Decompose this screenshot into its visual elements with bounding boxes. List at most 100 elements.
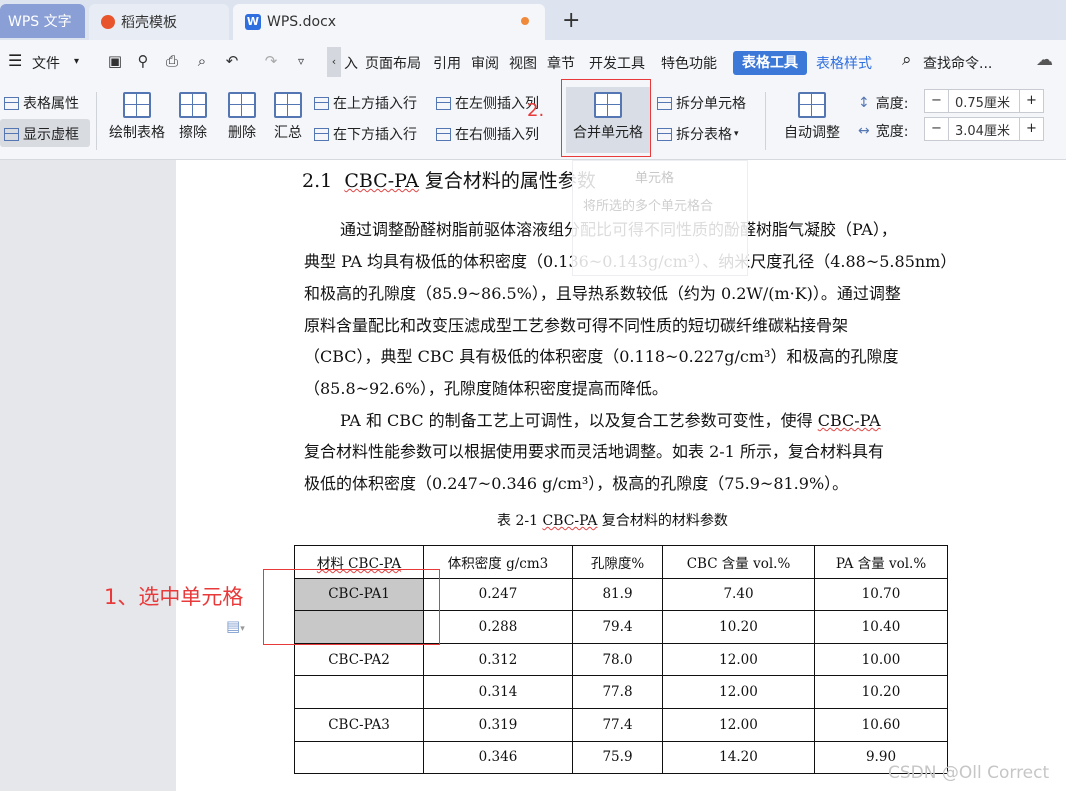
header-cell[interactable]: CBC 含量 vol.% (662, 545, 815, 579)
tab-label: WPS 文字 (8, 14, 72, 30)
watermark: CSDN @Oll Correct (888, 763, 1050, 783)
table-row: 0.314 77.8 12.00 10.20 (294, 675, 948, 709)
menu-table-tools[interactable]: 表格工具 (733, 51, 807, 75)
table-cell[interactable]: 0.346 (423, 740, 573, 775)
tab-template[interactable]: 稻壳模板 (89, 4, 229, 40)
menu-table-style[interactable]: 表格样式 (816, 53, 872, 73)
menu-chapter[interactable]: 章节 (547, 53, 575, 73)
draw-table-button[interactable]: 绘制表格 (106, 92, 168, 142)
table-row: CBC-PA2 0.312 78.0 12.00 10.00 (294, 642, 948, 677)
table-properties-button[interactable]: 表格属性 (4, 93, 79, 113)
table-row: CBC-PA3 0.319 77.4 12.00 10.60 (294, 707, 948, 742)
cloud-icon[interactable]: ☁ (1036, 50, 1053, 70)
summary-button[interactable]: 汇总 (270, 92, 306, 142)
table-cell[interactable]: 78.0 (572, 642, 663, 677)
insert-col-right-button[interactable]: 在右侧插入列 (436, 124, 539, 144)
width-icon: ↔ (858, 123, 870, 139)
width-stepper[interactable]: −3.04厘米 + (924, 117, 1044, 141)
table-cell[interactable]: 10.70 (814, 577, 948, 612)
paste-options-icon[interactable]: ▤▾ (226, 617, 245, 635)
menu-references[interactable]: 引用 (433, 53, 461, 73)
table-cell[interactable]: 7.40 (662, 577, 815, 612)
chevron-down-icon: ▾ (734, 129, 739, 139)
table-cell[interactable]: 10.40 (814, 610, 948, 644)
paragraph-line: 和极高的孔隙度（85.9~86.5%），且导热系数较低（约为 0.2W/(m·K… (304, 284, 901, 303)
tab-document[interactable]: W WPS.docx (233, 4, 545, 40)
menu-insert[interactable]: 入 (344, 53, 358, 73)
table-cell[interactable]: 79.4 (572, 610, 663, 644)
height-input[interactable]: 0.75厘米 (949, 92, 1019, 111)
button-label: 擦除 (179, 125, 207, 141)
header-cell[interactable]: 体积密度 g/cm3 (423, 545, 573, 579)
button-label: 表格属性 (23, 96, 79, 112)
print-preview-icon[interactable]: ⌕ (193, 52, 211, 70)
increase-icon[interactable]: + (1019, 90, 1043, 112)
insert-col-left-button[interactable]: 在左侧插入列 (436, 93, 539, 113)
ribbon-separator (96, 92, 97, 150)
table-cell[interactable]: 10.00 (814, 642, 948, 677)
split-table-button[interactable]: 拆分表格 ▾ (657, 124, 739, 144)
table-cell[interactable]: 77.8 (572, 675, 663, 709)
delete-button[interactable]: 删除 (220, 92, 264, 142)
show-grid-button[interactable]: 显示虚框 (4, 124, 79, 144)
menu-review[interactable]: 审阅 (471, 53, 499, 73)
table-cell[interactable]: 0.247 (423, 577, 573, 612)
menu-dev-tools[interactable]: 开发工具 (589, 53, 645, 73)
quick-access-more-icon[interactable]: ▿ (292, 52, 310, 70)
insert-row-above-button[interactable]: 在上方插入行 (314, 93, 417, 113)
header-cell[interactable]: 孔隙度% (572, 545, 663, 579)
new-tab-button[interactable]: + (562, 8, 580, 33)
table-cell[interactable]: CBC-PA3 (294, 707, 424, 742)
width-label: ↔ 宽度: (858, 121, 908, 141)
menu-page-layout[interactable]: 页面布局 (365, 53, 421, 73)
table-cell[interactable] (294, 675, 424, 709)
table-cell[interactable]: 10.20 (814, 675, 948, 709)
undo-icon[interactable]: ↶ (223, 52, 241, 70)
table-cell[interactable]: 0.288 (423, 610, 573, 644)
table-cell[interactable]: 10.60 (814, 707, 948, 742)
table-cell[interactable]: 0.319 (423, 707, 573, 742)
height-stepper[interactable]: −0.75厘米 + (924, 89, 1044, 113)
paragraph-line: 极低的体积密度（0.247~0.346 g/cm³），极高的孔隙度（75.9~8… (304, 474, 849, 493)
table-cell[interactable]: 0.314 (423, 675, 573, 709)
table-cell[interactable]: CBC-PA2 (294, 642, 424, 677)
command-search[interactable]: 查找命令... (923, 53, 992, 73)
menu-view[interactable]: 视图 (509, 53, 537, 73)
decrease-icon[interactable]: − (925, 118, 949, 140)
table-cell[interactable]: 12.00 (662, 675, 815, 709)
decrease-icon[interactable]: − (925, 90, 949, 112)
chevron-down-icon[interactable]: ▾ (74, 56, 79, 67)
menu-scroll-left[interactable]: ‹ (327, 47, 341, 77)
tab-wps-writer[interactable]: WPS 文字 (0, 4, 85, 38)
increase-icon[interactable]: + (1019, 118, 1043, 140)
table-cell[interactable]: 14.20 (662, 740, 815, 775)
width-input[interactable]: 3.04厘米 (949, 120, 1019, 139)
erase-button[interactable]: 擦除 (174, 92, 212, 142)
auto-fit-button[interactable]: 自动调整 (774, 92, 850, 142)
table-cell[interactable]: 75.9 (572, 740, 663, 775)
insert-row-below-button[interactable]: 在下方插入行 (314, 124, 417, 144)
table-cell[interactable]: 77.4 (572, 707, 663, 742)
annotation-box-cells (263, 569, 440, 645)
save-icon[interactable]: ▣ (106, 52, 124, 70)
tooltip-description: 将所选的多个单元格合 (583, 199, 714, 214)
split-cells-button[interactable]: 拆分单元格 (657, 93, 746, 113)
heading-number: 2.1 (302, 170, 333, 192)
button-label: 拆分单元格 (676, 96, 746, 112)
print-icon[interactable]: ⎙ (163, 52, 181, 70)
menu-file[interactable]: 文件 (32, 53, 60, 73)
label-text: 宽度: (875, 124, 909, 140)
redo-icon[interactable]: ↷ (262, 52, 280, 70)
table-cell[interactable]: 10.20 (662, 610, 815, 644)
search-icon[interactable]: ⌕ (902, 50, 912, 70)
hamburger-icon[interactable]: ☰ (8, 51, 22, 70)
table-cell[interactable]: 12.00 (662, 707, 815, 742)
summary-icon (274, 92, 302, 118)
table-cell[interactable]: 0.312 (423, 642, 573, 677)
table-cell[interactable]: 12.00 (662, 642, 815, 677)
menu-special[interactable]: 特色功能 (661, 53, 717, 73)
header-cell[interactable]: PA 含量 vol.% (814, 545, 948, 579)
table-cell[interactable] (294, 740, 424, 775)
format-painter-icon[interactable]: ⚲ (134, 52, 152, 70)
table-cell[interactable]: 81.9 (572, 577, 663, 612)
